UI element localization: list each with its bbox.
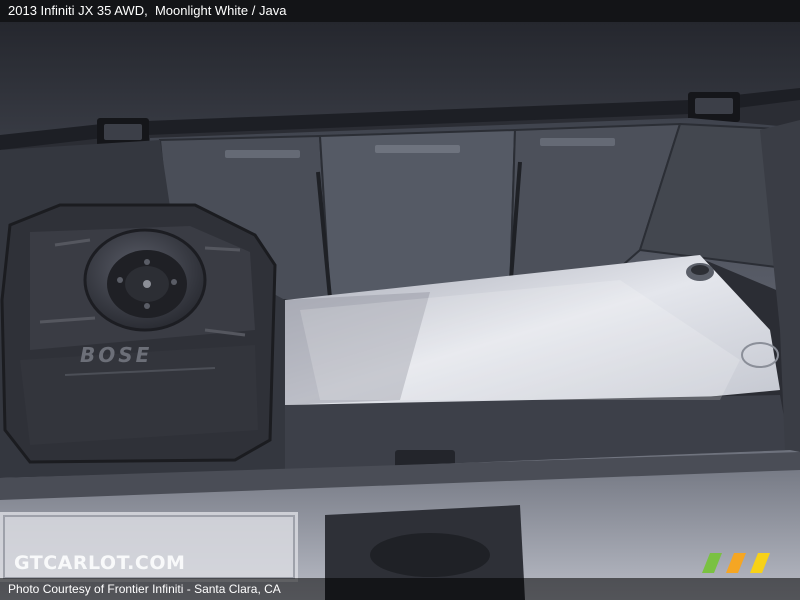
svg-text:BOSE: BOSE (80, 343, 152, 367)
photo-credit: Photo Courtesy of Frontier Infiniti - Sa… (8, 582, 281, 596)
site-logo-icon (702, 553, 770, 573)
cargo-area-photo: BOSE (0, 0, 800, 600)
vehicle-title: 2013 Infiniti JX 35 AWD, (8, 3, 148, 18)
vehicle-caption: 2013 Infiniti JX 35 AWD, Moonlight White… (8, 3, 286, 19)
vehicle-color: Moonlight White / Java (154, 3, 287, 18)
site-watermark: GTCARLOT.COM (14, 552, 186, 574)
